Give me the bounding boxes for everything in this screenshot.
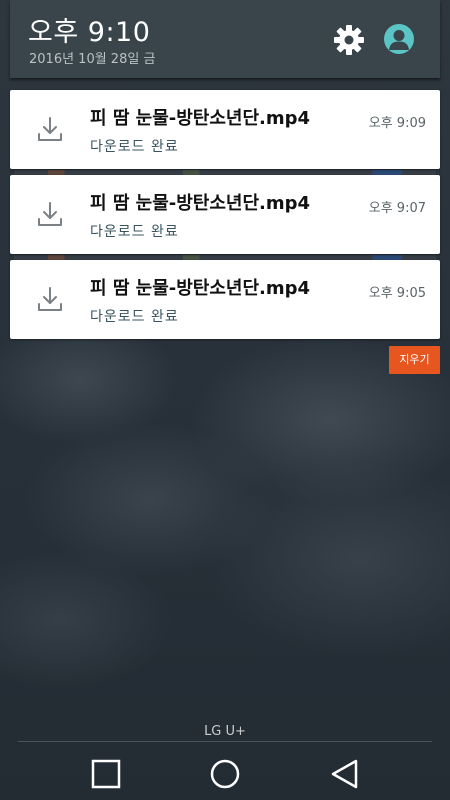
carrier-label: LG U+ bbox=[204, 724, 246, 739]
download-notification[interactable]: 피 땀 눈물-방탄소년단.mp4 다운로드 완료 오후 9:09 bbox=[10, 90, 440, 169]
notification-time: 오후 9:09 bbox=[368, 116, 426, 131]
recents-button[interactable] bbox=[88, 756, 124, 792]
circle-icon bbox=[210, 759, 240, 789]
profile-button[interactable] bbox=[384, 24, 414, 54]
notification-title: 피 땀 눈물-방탄소년단.mp4 bbox=[90, 108, 311, 129]
download-notification[interactable]: 피 땀 눈물-방탄소년단.mp4 다운로드 완료 오후 9:05 bbox=[10, 260, 440, 339]
download-icon bbox=[38, 202, 62, 226]
clock-date: 2016년 10월 28일 금 bbox=[29, 52, 156, 67]
square-icon bbox=[91, 759, 121, 789]
home-button[interactable] bbox=[207, 756, 243, 792]
download-notification[interactable]: 피 땀 눈물-방탄소년단.mp4 다운로드 완료 오후 9:07 bbox=[10, 175, 440, 254]
nav-divider bbox=[18, 741, 432, 742]
download-icon bbox=[38, 117, 62, 141]
clear-notifications-button[interactable]: 지우기 bbox=[389, 346, 440, 374]
gear-icon bbox=[334, 25, 364, 55]
quick-settings-header: 오후 9:10 2016년 10월 28일 금 bbox=[10, 0, 440, 78]
notification-time: 오후 9:05 bbox=[368, 286, 426, 301]
notification-status: 다운로드 완료 bbox=[90, 224, 179, 240]
notification-status: 다운로드 완료 bbox=[90, 139, 179, 155]
clock-time: 오후 9:10 bbox=[28, 17, 151, 48]
notification-status: 다운로드 완료 bbox=[90, 309, 179, 325]
settings-button[interactable] bbox=[333, 24, 365, 56]
notification-title: 피 땀 눈물-방탄소년단.mp4 bbox=[90, 193, 311, 214]
avatar-icon bbox=[389, 30, 409, 50]
notification-time: 오후 9:07 bbox=[368, 201, 426, 216]
download-icon bbox=[38, 287, 62, 311]
back-button[interactable] bbox=[326, 756, 362, 792]
triangle-back-icon bbox=[331, 759, 358, 789]
notification-title: 피 땀 눈물-방탄소년단.mp4 bbox=[90, 278, 311, 299]
